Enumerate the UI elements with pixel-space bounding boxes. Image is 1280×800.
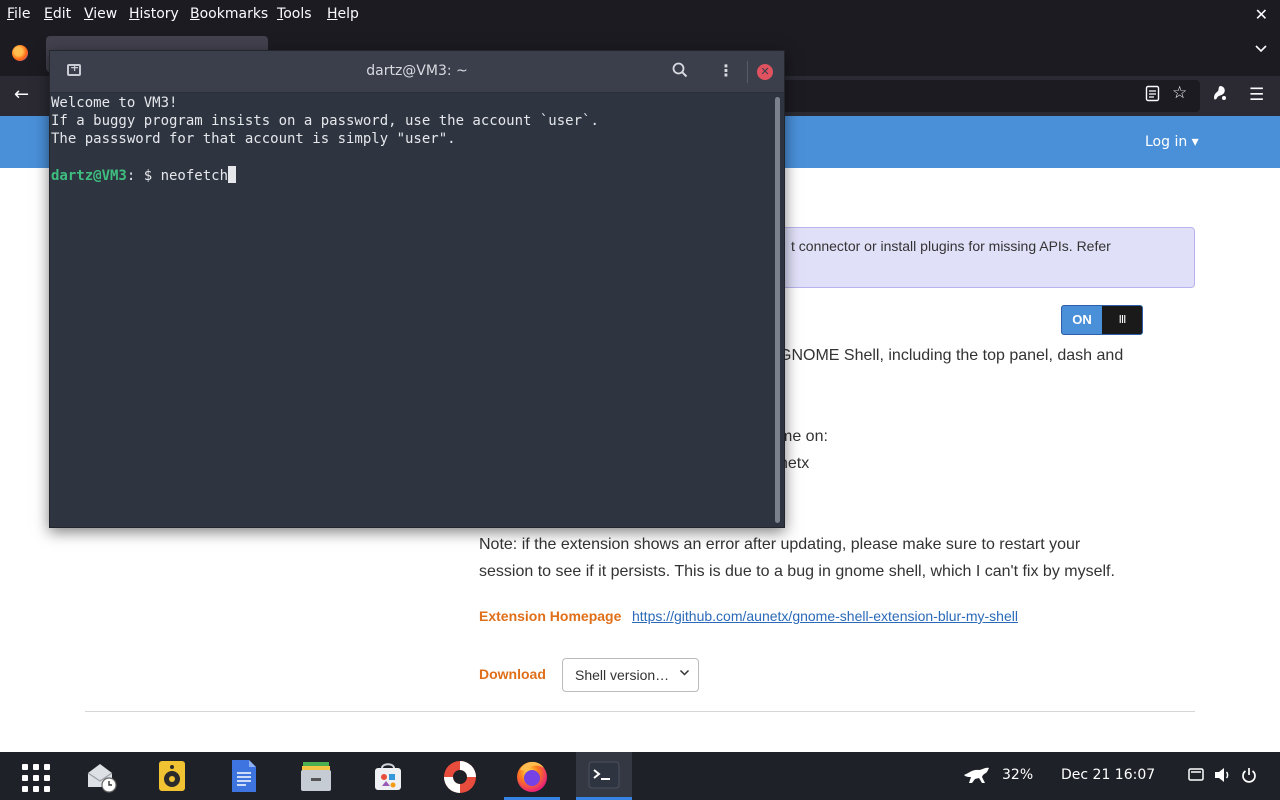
menu-view[interactable]: View: [84, 6, 117, 22]
tray-animal-icon[interactable]: [963, 765, 991, 789]
firefox-icon: [12, 45, 28, 61]
firefox-menu-bar: File Edit View History Bookmarks Tools H…: [0, 0, 1280, 30]
file-cabinet-icon: [301, 762, 331, 791]
menu-file[interactable]: File: [7, 6, 30, 22]
text-cursor: [228, 166, 237, 183]
scrollbar[interactable]: [775, 97, 780, 523]
speaker-icon: [159, 761, 185, 791]
toggle-knob: III: [1118, 313, 1127, 326]
alert-text: t connector or install plugins for missi…: [791, 238, 1111, 254]
bookmark-star-icon[interactable]: ☆: [1172, 83, 1187, 103]
apps-grid-icon: [22, 764, 50, 792]
kebab-menu-icon[interactable]: ⋮: [718, 61, 734, 80]
taskbar: 32% Dec 21 16:07: [0, 752, 1280, 800]
show-apps-button[interactable]: [4, 752, 60, 800]
terminal-output[interactable]: Welcome to VM3! If a buggy program insis…: [50, 94, 772, 527]
terminal-icon: [588, 761, 620, 789]
battery-percentage[interactable]: 32%: [1002, 767, 1033, 783]
terminal-line: The passsword for that account is simply…: [51, 131, 456, 147]
dock-app-rhythmbox[interactable]: [144, 752, 200, 800]
dock-app-software[interactable]: [360, 752, 416, 800]
chevron-down-icon[interactable]: [1254, 42, 1268, 60]
dock-app-terminal[interactable]: [576, 752, 632, 800]
dock-app-help[interactable]: [432, 752, 488, 800]
clock[interactable]: Dec 21 16:07: [1061, 767, 1155, 783]
download-label: Download: [479, 666, 546, 682]
terminal-window[interactable]: dartz@VM3: ~ ⋮ ✕ Welcome to VM3! If a bu…: [49, 50, 785, 528]
network-icon[interactable]: [1188, 767, 1204, 787]
chevron-down-icon: [679, 667, 690, 681]
hamburger-menu-icon[interactable]: ☰: [1249, 85, 1264, 105]
gnome-extension-icon[interactable]: [1212, 85, 1228, 107]
terminal-prompt-line: dartz@VM3: $ neofetch: [51, 166, 772, 184]
search-icon[interactable]: [672, 62, 688, 82]
close-icon[interactable]: ✕: [1255, 5, 1268, 24]
reader-view-icon[interactable]: [1145, 85, 1160, 107]
dock-app-mail[interactable]: [72, 752, 128, 800]
terminal-line: If a buggy program insists on a password…: [51, 113, 599, 129]
dock-app-files[interactable]: [288, 752, 344, 800]
menu-history[interactable]: History: [129, 6, 179, 22]
extension-toggle[interactable]: ON III: [1061, 305, 1143, 335]
software-store-icon: [375, 763, 401, 790]
dock-app-writer[interactable]: [216, 752, 272, 800]
mail-clock-icon: [87, 764, 117, 793]
toggle-on-label: ON: [1062, 306, 1102, 334]
shell-version-select[interactable]: Shell version…: [562, 658, 699, 692]
prompt-user: dartz@VM3: [51, 168, 127, 184]
terminal-titlebar[interactable]: dartz@VM3: ~ ⋮ ✕: [50, 51, 784, 93]
shell-version-value: Shell version…: [575, 667, 670, 683]
divider: [85, 711, 1195, 712]
terminal-line: Welcome to VM3!: [51, 95, 178, 111]
volume-icon[interactable]: [1214, 767, 1232, 787]
prompt-command: neofetch: [160, 168, 229, 184]
note-text: session to see if it persists. This is d…: [479, 563, 1115, 580]
close-icon[interactable]: ✕: [757, 64, 773, 80]
homepage-label: Extension Homepage: [479, 608, 622, 624]
document-icon: [232, 760, 256, 792]
note-text: Note: if the extension shows an error af…: [479, 536, 1081, 553]
menu-edit[interactable]: Edit: [44, 6, 71, 22]
back-arrow-icon[interactable]: ←: [14, 84, 29, 105]
description-text: GNOME Shell, including the top panel, da…: [779, 347, 1124, 364]
menu-help[interactable]: Help: [327, 6, 359, 22]
homepage-link[interactable]: https://github.com/aunetx/gnome-shell-ex…: [632, 608, 1018, 624]
power-icon[interactable]: [1241, 767, 1257, 787]
menu-bookmarks[interactable]: Bookmarks: [190, 6, 268, 22]
dock-app-firefox[interactable]: [504, 752, 560, 800]
login-link[interactable]: Log in ▾: [1145, 134, 1199, 150]
divider: [747, 61, 748, 83]
compat-text: me on:: [779, 428, 828, 445]
prompt-symbol: : $: [126, 168, 161, 184]
firefox-icon: [517, 761, 547, 792]
lifebuoy-icon: [444, 761, 476, 793]
menu-tools[interactable]: Tools: [277, 6, 312, 22]
